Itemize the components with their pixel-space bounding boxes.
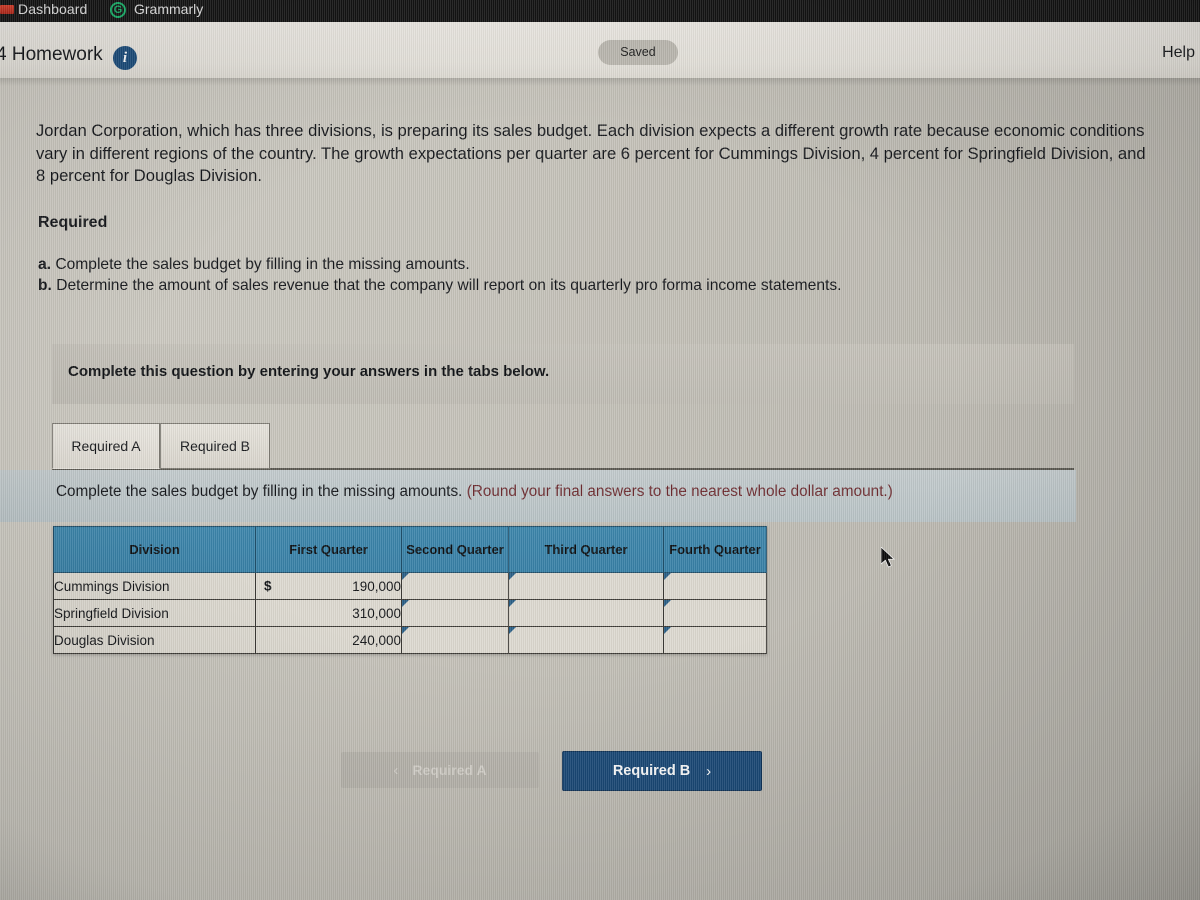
help-link[interactable]: Help: [1162, 44, 1195, 62]
mouse-cursor-icon: [881, 547, 895, 568]
sales-budget-table: Division First Quarter Second Quarter Th…: [53, 526, 767, 654]
cell-division-name: Springfield Division: [53, 599, 256, 627]
prev-button-label: Required A: [412, 762, 487, 778]
subinstruction-main: Complete the sales budget by filling in …: [56, 483, 463, 500]
tab-required-a[interactable]: Required A: [52, 423, 160, 469]
input-cell-fourth-quarter[interactable]: [663, 599, 767, 627]
input-cell-fourth-quarter[interactable]: [663, 626, 767, 654]
input-cell-third-quarter[interactable]: [508, 572, 664, 600]
required-heading: Required: [38, 214, 108, 231]
page-title: 4 Homework: [0, 44, 103, 65]
table-row: Springfield Division 310,000: [53, 599, 767, 627]
column-header-second-quarter: Second Quarter: [401, 526, 509, 573]
subinstruction-round-note: (Round your final answers to the nearest…: [466, 483, 893, 500]
currency-symbol: $: [264, 578, 272, 594]
instruction-panel-text: Complete this question by entering your …: [68, 363, 550, 380]
cell-first-quarter: 240,000: [255, 626, 402, 654]
cell-first-quarter: $ 190,000: [255, 572, 402, 600]
input-cell-second-quarter[interactable]: [401, 626, 509, 654]
cell-division-name: Douglas Division: [53, 626, 256, 654]
status-badge-saved: Saved: [598, 40, 678, 65]
column-header-third-quarter: Third Quarter: [508, 526, 664, 573]
requirement-b-letter: b.: [38, 277, 52, 294]
cell-first-quarter-value: 310,000: [352, 605, 401, 621]
bookmark-dashboard[interactable]: Dashboard: [18, 1, 87, 17]
requirement-b-text: Determine the amount of sales revenue th…: [56, 277, 842, 294]
column-header-division: Division: [53, 526, 256, 573]
prev-required-a-button[interactable]: ‹ Required A: [341, 752, 539, 788]
input-cell-second-quarter[interactable]: [401, 572, 509, 600]
info-icon[interactable]: i: [113, 46, 137, 70]
next-button-label: Required B: [612, 763, 691, 779]
bookmark-grammarly[interactable]: Grammarly: [134, 1, 203, 17]
grammarly-icon: G: [110, 2, 126, 18]
table-row: Cummings Division $ 190,000: [53, 572, 767, 600]
screen-photo-surface: Dashboard G Grammarly 4 Homework i Saved…: [0, 0, 1200, 900]
input-cell-third-quarter[interactable]: [508, 626, 664, 654]
header-shadow: [0, 78, 1200, 86]
cell-first-quarter-value: 190,000: [352, 578, 401, 594]
requirement-a: a. Complete the sales budget by filling …: [38, 256, 470, 274]
cell-first-quarter-value: 240,000: [352, 632, 401, 648]
input-cell-second-quarter[interactable]: [401, 599, 509, 627]
requirement-a-text: Complete the sales budget by filling in …: [55, 256, 470, 273]
table-row: Douglas Division 240,000: [53, 626, 767, 654]
input-cell-fourth-quarter[interactable]: [663, 572, 767, 600]
subinstruction-text: Complete the sales budget by filling in …: [56, 483, 893, 501]
chevron-left-icon: ‹: [393, 761, 399, 779]
next-required-b-button[interactable]: Required B ›: [562, 751, 762, 791]
input-cell-third-quarter[interactable]: [508, 599, 664, 627]
cell-first-quarter: 310,000: [255, 599, 402, 627]
requirement-b: b. Determine the amount of sales revenue…: [38, 277, 841, 295]
chevron-right-icon: ›: [706, 762, 712, 780]
instruction-panel: Complete this question by entering your …: [52, 344, 1074, 404]
column-header-first-quarter: First Quarter: [255, 526, 402, 573]
browser-bookmarks-bar: Dashboard G Grammarly: [0, 0, 1200, 22]
problem-statement: Jordan Corporation, which has three divi…: [36, 121, 1146, 185]
tab-required-b[interactable]: Required B: [160, 423, 270, 469]
favicon-icon: [0, 5, 14, 14]
column-header-fourth-quarter: Fourth Quarter: [663, 526, 767, 573]
requirement-a-letter: a.: [38, 256, 52, 273]
table-header-row: Division First Quarter Second Quarter Th…: [53, 526, 767, 573]
cell-division-name: Cummings Division: [53, 572, 256, 600]
